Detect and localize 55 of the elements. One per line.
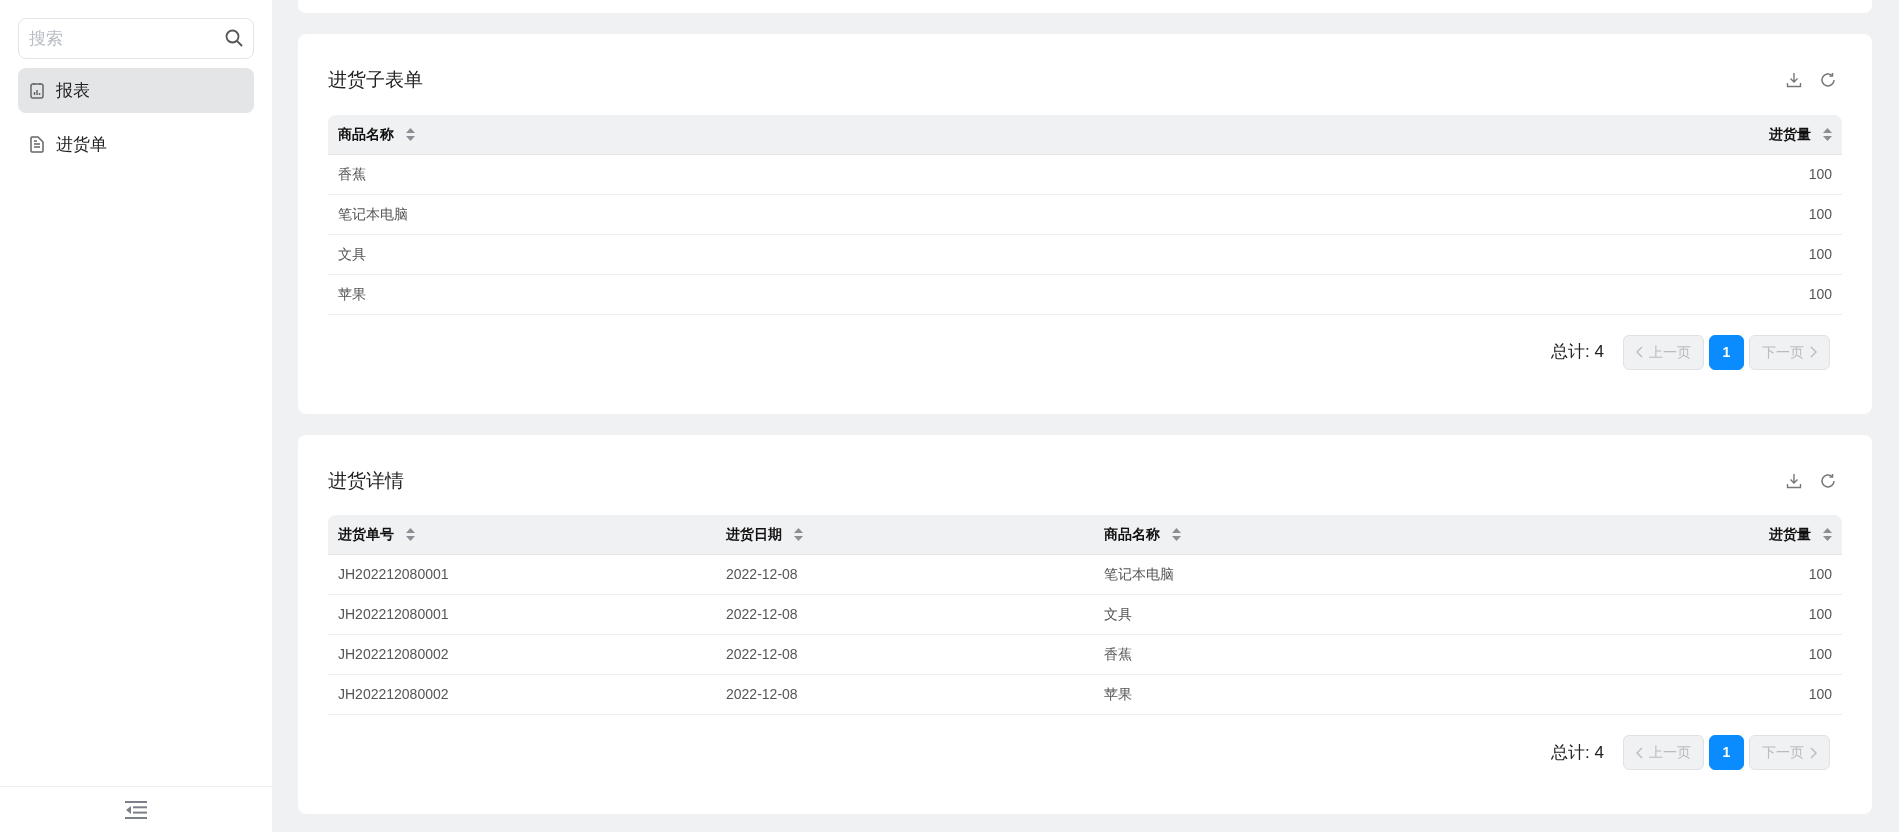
sort-icon[interactable] [406,126,415,142]
refresh-icon[interactable] [1820,472,1836,489]
column-header[interactable]: 进货量 [1143,114,1842,155]
table-cell: 2022-12-08 [716,635,1094,675]
table-cell: 100 [1497,675,1842,715]
collapse-menu-icon[interactable] [125,800,147,819]
download-icon[interactable] [1786,472,1802,489]
search-field[interactable]: 搜索 [18,18,254,59]
sort-icon[interactable] [1823,527,1832,542]
table-cell: 2022-12-08 [716,555,1094,595]
chevron-left-icon [1636,346,1643,358]
table-cell: 文具 [328,234,1144,275]
table-cell: 苹果 [1094,675,1498,715]
download-icon[interactable] [1786,72,1802,89]
column-header[interactable]: 商品名称 [328,114,1144,155]
sidebar-item[interactable]: 报表 [18,68,254,113]
table-cell: 2022-12-08 [716,595,1094,635]
table-cell: 100 [1143,194,1842,235]
column-header[interactable]: 商品名称 [1094,515,1498,555]
report-icon [30,82,44,99]
total-count: 总计: 4 [1551,741,1604,764]
sort-icon[interactable] [1823,126,1832,142]
search-icon[interactable] [225,29,243,47]
document-icon [30,136,44,153]
table-cell: 文具 [1094,595,1498,635]
column-header[interactable]: 进货单号 [328,515,716,555]
refresh-icon[interactable] [1820,72,1836,89]
table-cell: 100 [1143,274,1842,315]
sort-icon[interactable] [794,527,803,542]
table-cell: 100 [1497,595,1842,635]
panel-title: 进货子表单 [328,68,423,92]
chevron-right-icon [1810,346,1817,358]
table-cell: 笔记本电脑 [328,194,1144,235]
column-header[interactable]: 进货日期 [716,515,1094,555]
chevron-right-icon [1810,746,1817,759]
table-cell: 香蕉 [328,154,1144,195]
table-cell: 2022-12-08 [716,675,1094,715]
panel-title: 进货详情 [328,468,404,493]
table-cell: 100 [1143,154,1842,195]
table-cell: 苹果 [328,274,1144,315]
column-header[interactable]: 进货量 [1497,515,1842,555]
total-count: 总计: 4 [1551,341,1604,364]
table-cell: 笔记本电脑 [1094,555,1498,595]
table-cell: 香蕉 [1094,635,1498,675]
table-cell: JH202212080002 [328,675,716,715]
table-cell: 100 [1497,635,1842,675]
sort-icon[interactable] [406,527,415,542]
table-cell: 100 [1143,234,1842,275]
table-cell: JH202212080001 [328,555,716,595]
table-cell: 100 [1497,555,1842,595]
chevron-left-icon [1636,746,1643,759]
sort-icon[interactable] [1172,527,1181,542]
table-cell: JH202212080001 [328,595,716,635]
sidebar-item[interactable]: 进货单 [18,122,254,167]
table-cell: JH202212080002 [328,635,716,675]
